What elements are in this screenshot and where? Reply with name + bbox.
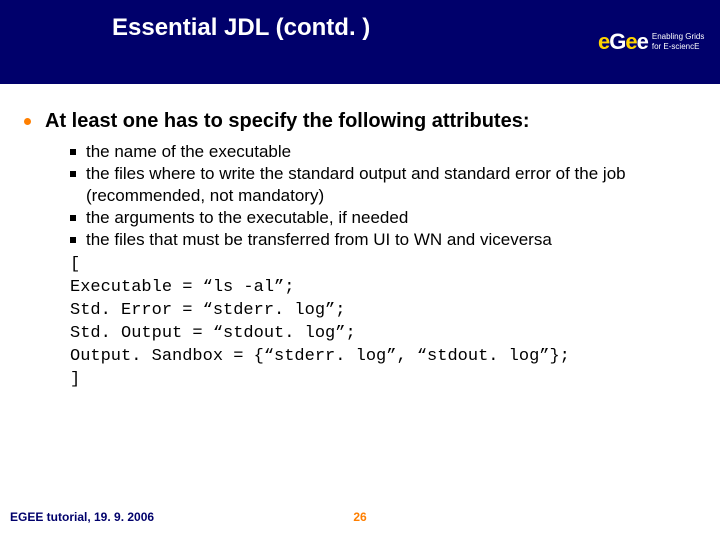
sub-bullet-list: the name of the executable the files whe… <box>70 141 696 251</box>
main-bullet: At least one has to specify the followin… <box>24 110 696 133</box>
code-line: Std. Error = “stderr. log”; <box>70 299 696 322</box>
list-item: the name of the executable <box>70 141 696 163</box>
code-line: Executable = “ls -al”; <box>70 276 696 299</box>
logo-tagline: Enabling Grids for E-sciencE <box>652 32 704 52</box>
code-line: ] <box>70 368 696 391</box>
list-item: the arguments to the executable, if need… <box>70 207 696 229</box>
bullet-dot-icon <box>24 118 31 125</box>
main-bullet-text: At least one has to specify the followin… <box>45 110 530 133</box>
bullet-square-icon <box>70 171 76 177</box>
list-item: the files that must be transferred from … <box>70 229 696 251</box>
bullet-square-icon <box>70 149 76 155</box>
slide-footer: EGEE tutorial, 19. 9. 2006 26 <box>0 510 720 524</box>
logo-tagline-2: for E-sciencE <box>652 42 704 52</box>
list-item-text: the arguments to the executable, if need… <box>86 207 696 229</box>
logo-text: eGee <box>598 29 648 55</box>
page-number: 26 <box>353 510 366 524</box>
slide-header: Essential JDL (contd. ) eGee Enabling Gr… <box>0 0 720 84</box>
code-line: Output. Sandbox = {“stderr. log”, “stdou… <box>70 345 696 368</box>
bullet-square-icon <box>70 237 76 243</box>
code-block: [ Executable = “ls -al”; Std. Error = “s… <box>70 253 696 391</box>
code-line: Std. Output = “stdout. log”; <box>70 322 696 345</box>
slide-title: Essential JDL (contd. ) <box>112 14 370 42</box>
list-item-text: the files where to write the standard ou… <box>86 163 696 207</box>
code-line: [ <box>70 253 696 276</box>
slide-body: At least one has to specify the followin… <box>0 84 720 391</box>
egee-logo: eGee Enabling Grids for E-sciencE <box>598 4 710 80</box>
list-item-text: the files that must be transferred from … <box>86 229 696 251</box>
logo-tagline-1: Enabling Grids <box>652 32 704 42</box>
list-item-text: the name of the executable <box>86 141 696 163</box>
bullet-square-icon <box>70 215 76 221</box>
list-item: the files where to write the standard ou… <box>70 163 696 207</box>
footer-left-text: EGEE tutorial, 19. 9. 2006 <box>10 510 154 524</box>
